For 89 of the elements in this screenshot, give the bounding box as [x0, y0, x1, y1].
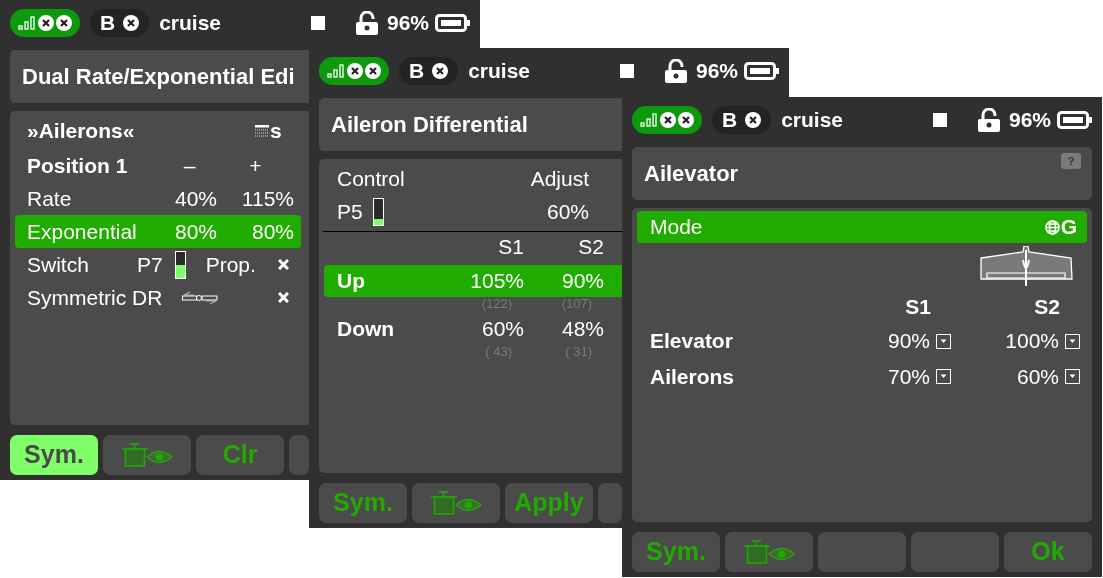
blank-button[interactable] — [289, 435, 309, 475]
padlock-icon — [664, 58, 687, 83]
setting-row[interactable]: Symmetric DR — [15, 281, 301, 314]
setting-label: Switch — [27, 251, 90, 278]
setting-label: Exponential — [27, 218, 138, 245]
x-circle-icon — [678, 111, 694, 128]
x-mark-icon — [278, 259, 289, 270]
screen-title: Dual Rate/Exponential Edi — [22, 63, 295, 91]
flight-mode-label: B — [409, 60, 425, 81]
signal-icon — [640, 111, 658, 128]
function-suffix-text: s — [270, 118, 282, 145]
battery-icon — [744, 61, 779, 80]
mix-value[interactable]: 60% — [1016, 360, 1059, 393]
position-label: Position 1 — [27, 152, 129, 179]
signal-icon — [327, 62, 345, 79]
mix-value[interactable]: 90% — [887, 325, 930, 357]
x-circle-icon — [432, 62, 449, 79]
x-circle-icon — [365, 62, 381, 79]
dropdown-icon[interactable] — [936, 333, 951, 349]
column-label: S1 — [497, 234, 524, 261]
stop-icon — [619, 63, 634, 78]
mode-value: G — [1060, 214, 1077, 241]
column-label: Adjust — [530, 166, 589, 193]
mix-value[interactable]: 100% — [1005, 325, 1059, 357]
box-eye-icon — [121, 443, 173, 467]
mix-label: Elevator — [650, 328, 734, 355]
screen-title: Aileron Differential — [331, 111, 528, 139]
adjust-value[interactable]: 60% — [546, 196, 589, 228]
stop-icon — [932, 112, 947, 127]
dropdown-icon[interactable] — [1065, 369, 1080, 384]
box-eye-icon — [430, 491, 482, 515]
x-circle-icon — [745, 111, 762, 128]
model-name: cruise — [781, 106, 844, 133]
view-button[interactable] — [412, 483, 500, 523]
screen-title: Ailevator — [644, 160, 739, 188]
model-name: cruise — [159, 9, 222, 36]
mix-value[interactable]: 70% — [887, 360, 930, 393]
x-circle-icon — [660, 111, 676, 128]
setting-row[interactable]: Switch P7 Prop. — [15, 248, 301, 281]
differential-value[interactable]: 48% — [524, 313, 604, 345]
mode-label: Mode — [650, 214, 703, 241]
flight-mode-label: B — [722, 109, 738, 130]
column-label: S2 — [1033, 294, 1061, 321]
globe-icon — [1044, 219, 1060, 235]
differential-value[interactable]: 60% — [437, 313, 524, 345]
model-name: cruise — [468, 57, 531, 84]
stop-icon — [310, 15, 325, 30]
x-circle-icon — [123, 14, 140, 31]
switch-mode[interactable]: Prop. — [205, 248, 256, 281]
signal-icon — [18, 14, 36, 31]
column-label: S1 — [904, 294, 932, 321]
column-label: + — [248, 152, 263, 179]
battery-icon — [435, 13, 470, 32]
setting-row[interactable]: Position 1 – + — [15, 149, 301, 182]
x-mark-icon — [278, 292, 289, 303]
column-label: – — [182, 152, 197, 179]
blank-button[interactable] — [598, 483, 622, 523]
setting-label: Rate — [27, 185, 73, 212]
column-label: Control — [337, 166, 405, 193]
x-circle-icon — [347, 62, 363, 79]
differential-row[interactable]: Down 60% 48% — [324, 313, 622, 345]
flight-mode-label: B — [100, 12, 116, 33]
soft-button[interactable]: Sym. — [10, 435, 98, 475]
row-label: Down — [337, 316, 396, 343]
slider-link-icon — [182, 290, 218, 305]
x-circle-icon — [56, 14, 72, 31]
column-label: S2 — [577, 234, 604, 261]
row-label: Up — [337, 268, 366, 295]
setting-label: Symmetric DR — [27, 284, 164, 311]
switch-name[interactable]: P7 — [137, 248, 163, 281]
mix-label: Ailerons — [650, 363, 736, 390]
battery-percent: 96% — [1008, 106, 1051, 133]
control-name[interactable]: P5 — [337, 196, 363, 228]
battery-icon — [1057, 110, 1092, 129]
dropdown-icon[interactable] — [1065, 333, 1080, 349]
padlock-icon — [977, 107, 1000, 132]
padlock-icon — [355, 10, 378, 35]
view-button[interactable] — [103, 435, 191, 475]
view-button[interactable] — [725, 532, 813, 572]
x-circle-icon — [38, 14, 54, 31]
battery-percent: 96% — [695, 57, 738, 84]
function-name: »Ailerons« — [27, 118, 136, 145]
battery-percent: 96% — [386, 9, 429, 36]
setting-value[interactable]: 115% — [217, 182, 294, 215]
setting-value[interactable]: 40% — [162, 182, 217, 215]
stripes-icon — [255, 125, 269, 137]
dropdown-icon[interactable] — [936, 369, 951, 384]
box-eye-icon — [743, 540, 795, 564]
setting-row[interactable]: Rate 40% 115% — [15, 182, 301, 215]
